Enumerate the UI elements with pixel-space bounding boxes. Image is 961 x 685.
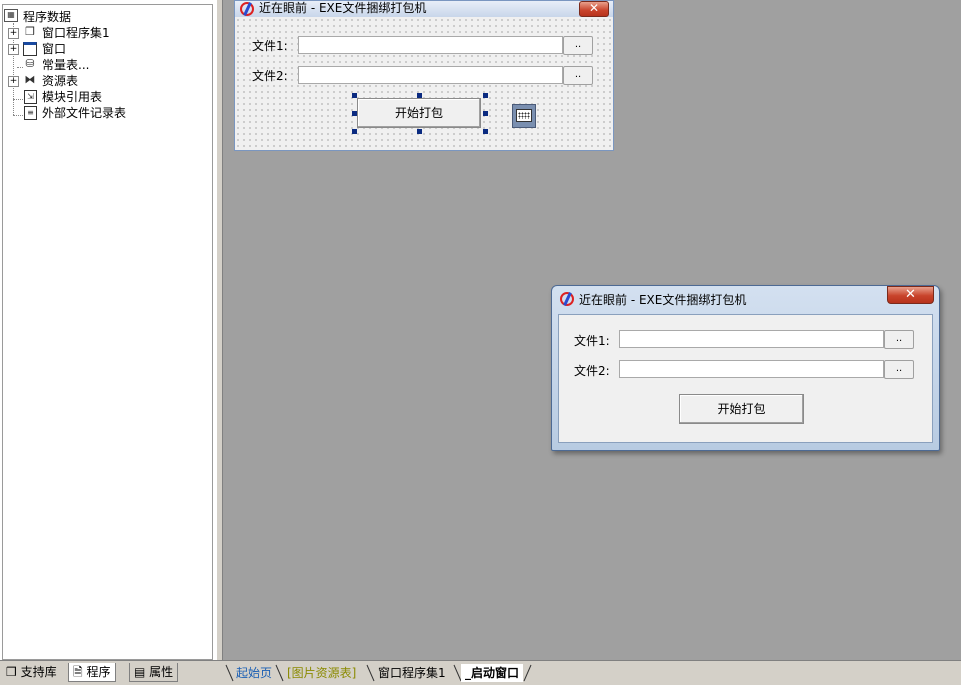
tab-label: 属性 — [149, 665, 174, 679]
program-icon: 🗎 — [73, 665, 83, 679]
constant-table-icon: ⛁ — [25, 57, 35, 70]
tab-program-set[interactable]: 窗口程序集1 — [374, 664, 450, 682]
tree-item-external-files[interactable]: ≡ 外部文件记录表 — [3, 105, 203, 121]
tree-root-label: 程序数据 — [23, 10, 72, 24]
designer-close-button[interactable]: ✕ — [579, 1, 609, 17]
tree-item-label: 外部文件记录表 — [42, 106, 127, 120]
designer-form-titlebar[interactable]: 近在眼前 - EXE文件捆绑打包机 ✕ — [235, 1, 613, 17]
tab-property[interactable]: ▤ 属性 — [129, 663, 179, 682]
file2-input[interactable] — [298, 66, 563, 84]
library-icon: ❒ — [6, 665, 17, 679]
tab-start-page[interactable]: 起始页 — [232, 664, 276, 682]
designer-form-title: 近在眼前 - EXE文件捆绑打包机 — [259, 1, 427, 15]
file1-browse-button[interactable]: .. — [563, 36, 593, 55]
tree-item-label: 模块引用表 — [42, 90, 103, 104]
designer-form-client[interactable]: 文件1: .. 文件2: .. 开始打包 — [235, 17, 613, 150]
file1-browse-button[interactable]: .. — [884, 330, 914, 349]
file1-input[interactable] — [298, 36, 563, 54]
selection-handle[interactable] — [352, 111, 357, 116]
selection-handle[interactable] — [483, 129, 488, 134]
app-logo-icon — [560, 292, 574, 306]
start-pack-button[interactable]: 开始打包 — [357, 98, 481, 128]
project-panel: ▦ 程序数据 + ❒ 窗口程序集1 + 窗口 ⛁ 常量表... + ⧓ 资源表 — [0, 0, 216, 660]
left-panel-tabs: ❒ 支持库 🗎 程序 ▤ 属性 — [0, 660, 223, 685]
selection-handle[interactable] — [352, 129, 357, 134]
running-window-title: 近在眼前 - EXE文件捆绑打包机 — [579, 293, 747, 307]
resource-table-icon: ⧓ — [24, 73, 36, 86]
tree-item-resources[interactable]: + ⧓ 资源表 — [3, 73, 203, 89]
tab-image-resources[interactable]: [图片资源表] — [283, 664, 360, 682]
selection-handle[interactable] — [483, 111, 488, 116]
external-file-icon: ≡ — [24, 106, 37, 120]
tab-label: 程序 — [86, 665, 111, 679]
tree-root[interactable]: ▦ 程序数据 — [3, 9, 203, 25]
designer-form[interactable]: 近在眼前 - EXE文件捆绑打包机 ✕ 文件1: .. 文件2: .. 开始打包 — [234, 0, 614, 151]
window-icon — [23, 42, 37, 56]
tab-program[interactable]: 🗎 程序 — [68, 663, 116, 682]
expand-icon[interactable]: + — [8, 44, 19, 55]
timer-component-icon[interactable] — [512, 104, 536, 128]
expand-icon[interactable]: + — [8, 76, 19, 87]
file1-label: 文件1: — [252, 39, 288, 53]
tree-item-label: 窗口程序集1 — [42, 26, 110, 40]
document-tabs: 起始页 [图片资源表] 窗口程序集1 _启动窗口 — [223, 660, 961, 685]
tab-library[interactable]: ❒ 支持库 — [2, 663, 61, 681]
running-window-client: 文件1: .. 文件2: .. 开始打包 — [558, 314, 933, 443]
tree-item-program-set[interactable]: + ❒ 窗口程序集1 — [3, 25, 203, 41]
tree-item-module-references[interactable]: ⇲ 模块引用表 — [3, 89, 203, 105]
program-set-icon: ❒ — [25, 25, 35, 38]
start-pack-button[interactable]: 开始打包 — [679, 394, 804, 424]
program-data-icon: ▦ — [4, 9, 18, 22]
selection-handle[interactable] — [352, 93, 357, 98]
selection-handle[interactable] — [417, 129, 422, 134]
tree-item-window[interactable]: + 窗口 — [3, 41, 203, 57]
tab-label: 支持库 — [20, 665, 57, 679]
tab-startup-window[interactable]: _启动窗口 — [461, 664, 524, 682]
file2-label: 文件2: — [252, 69, 288, 83]
running-window[interactable]: 近在眼前 - EXE文件捆绑打包机 ✕ 文件1: .. 文件2: .. 开始打包 — [551, 285, 940, 451]
tree-item-label: 资源表 — [42, 74, 79, 88]
app-logo-icon — [240, 2, 254, 16]
selection-handle[interactable] — [483, 93, 488, 98]
file1-input[interactable] — [619, 330, 884, 348]
tree-item-label: 常量表... — [42, 58, 90, 72]
file2-browse-button[interactable]: .. — [563, 66, 593, 85]
file2-label: 文件2: — [574, 364, 610, 378]
selection-handle[interactable] — [417, 93, 422, 98]
expand-icon[interactable]: + — [8, 28, 19, 39]
tree-item-constants[interactable]: ⛁ 常量表... — [3, 57, 203, 73]
file2-input[interactable] — [619, 360, 884, 378]
tree-item-label: 窗口 — [42, 42, 67, 56]
running-window-close-button[interactable]: ✕ — [887, 286, 934, 304]
file1-label: 文件1: — [574, 334, 610, 348]
panel-splitter[interactable] — [216, 0, 223, 660]
module-reference-icon: ⇲ — [24, 90, 37, 104]
file2-browse-button[interactable]: .. — [884, 360, 914, 379]
property-icon: ▤ — [134, 665, 146, 679]
tab-divider — [523, 664, 532, 682]
project-tree[interactable]: ▦ 程序数据 + ❒ 窗口程序集1 + 窗口 ⛁ 常量表... + ⧓ 资源表 — [2, 4, 213, 660]
